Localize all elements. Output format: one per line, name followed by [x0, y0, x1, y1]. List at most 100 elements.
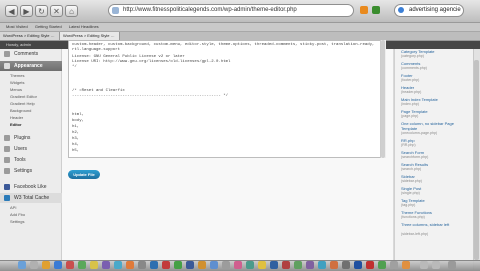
- file-path: (functions.php): [401, 215, 425, 219]
- rss-icon[interactable]: [360, 6, 368, 14]
- url-bar[interactable]: http://www.fitnesspoliticalegends.com/wp…: [108, 4, 354, 17]
- bookmark-most-visited[interactable]: Most Visited: [6, 23, 28, 31]
- file-path: (sidebar.php): [401, 179, 422, 183]
- sidebar-sub-gradient-help[interactable]: Gradient Help: [0, 100, 62, 107]
- forward-button[interactable]: ▶: [20, 5, 33, 17]
- file-path: (footer.php): [401, 78, 420, 82]
- app-icon[interactable]: [90, 261, 98, 269]
- site-favicon-icon: [112, 7, 119, 14]
- code-line: h1,: [72, 125, 80, 129]
- app-icon[interactable]: [366, 261, 374, 269]
- template-file-list: Category Template (category.php) Comment…: [394, 49, 480, 270]
- app-icon[interactable]: [282, 261, 290, 269]
- plugins-icon: [4, 135, 10, 141]
- sidebar-item-settings[interactable]: Settings: [0, 166, 62, 176]
- sidebar-sub-gradient-editor[interactable]: Gradient Editor: [0, 93, 62, 100]
- app-icon[interactable]: [66, 261, 74, 269]
- wp-howdy-link[interactable]: Howdy, admin: [6, 42, 31, 47]
- addon-icon[interactable]: [372, 6, 380, 14]
- finder-icon[interactable]: [18, 261, 26, 269]
- search-engine-icon[interactable]: [398, 7, 404, 13]
- app-icon[interactable]: [402, 261, 410, 269]
- app-icon[interactable]: [126, 261, 134, 269]
- cache-icon: [4, 195, 10, 201]
- sidebar-sub-menus[interactable]: Menus: [0, 86, 62, 93]
- firefox-icon[interactable]: [42, 261, 50, 269]
- file-path: (RR.php): [401, 143, 416, 147]
- app-icon[interactable]: [258, 261, 266, 269]
- code-line: License URI: http://www.gnu.org/licenses…: [72, 60, 231, 64]
- app-icon[interactable]: [294, 261, 302, 269]
- sidebar-sub-add-fbo[interactable]: Add Fbo: [0, 211, 62, 218]
- bookmark-getting-started[interactable]: Getting Started: [35, 23, 62, 31]
- app-icon[interactable]: [198, 261, 206, 269]
- system-icon[interactable]: [30, 261, 38, 269]
- page-scrollbar-thumb[interactable]: [474, 60, 479, 260]
- file-path: (comments.php): [401, 66, 427, 70]
- reload-button[interactable]: ↻: [35, 5, 48, 17]
- sidebar-item-appearance[interactable]: Appearance: [0, 61, 62, 71]
- editor-scrollbar-thumb[interactable]: [381, 40, 385, 158]
- search-input[interactable]: advertising agencie: [394, 4, 464, 17]
- admin-sidebar: Comments Appearance Themes Widgets Menus…: [0, 49, 62, 270]
- file-path: (category.php): [401, 54, 424, 58]
- app-icon[interactable]: [210, 261, 218, 269]
- folder-icon[interactable]: [420, 261, 428, 269]
- stop-button[interactable]: ✕: [50, 5, 63, 17]
- settings-icon: [4, 168, 10, 174]
- sidebar-sub-settings[interactable]: Settings: [0, 218, 62, 225]
- appearance-icon: [4, 63, 10, 69]
- app-icon[interactable]: [162, 261, 170, 269]
- sidebar-item-facebook-like[interactable]: Facebook Like: [0, 182, 62, 192]
- app-icon[interactable]: [318, 261, 326, 269]
- theme-code-editor[interactable]: custom-header, custom-background, custom…: [68, 40, 386, 158]
- sidebar-item-w3-total-cache[interactable]: W3 Total Cache: [0, 193, 62, 203]
- sidebar-sub-themes[interactable]: Themes: [0, 72, 62, 79]
- sidebar-item-tools[interactable]: Tools: [0, 155, 62, 165]
- app-icon[interactable]: [78, 261, 86, 269]
- app-icon[interactable]: [330, 261, 338, 269]
- code-line: h3,: [72, 137, 80, 141]
- trash-icon[interactable]: [448, 261, 456, 269]
- app-icon[interactable]: [246, 261, 254, 269]
- sidebar-sub-widgets[interactable]: Widgets: [0, 79, 62, 86]
- sidebar-item-comments[interactable]: Comments: [0, 49, 62, 59]
- app-icon[interactable]: [54, 261, 62, 269]
- app-icon[interactable]: [138, 261, 146, 269]
- sidebar-sub-api[interactable]: API: [0, 204, 62, 211]
- tab-1[interactable]: WordPress > Editing Style …: [0, 32, 60, 40]
- tab-2[interactable]: WordPress > Editing Style …: [60, 32, 120, 40]
- code-tags-line: custom-header, custom-background, custom…: [72, 43, 375, 52]
- app-icon[interactable]: [102, 261, 110, 269]
- sidebar-item-users[interactable]: Users: [0, 144, 62, 154]
- app-icon[interactable]: [342, 261, 350, 269]
- app-icon[interactable]: [234, 261, 242, 269]
- code-line: body,: [72, 119, 85, 123]
- bookmark-latest-headlines[interactable]: Latest Headlines: [69, 23, 99, 31]
- file-path: (onecolumn-page.php): [401, 131, 438, 135]
- sidebar-item-plugins[interactable]: Plugins: [0, 133, 62, 143]
- app-icon[interactable]: [378, 261, 386, 269]
- sidebar-sub-editor[interactable]: Editor: [0, 121, 62, 128]
- app-icon[interactable]: [222, 261, 230, 269]
- file-path: (searchform.php): [401, 155, 429, 159]
- file-link[interactable]: One column, no sidebar Page Template: [401, 121, 465, 131]
- app-icon[interactable]: [270, 261, 278, 269]
- bookmarks-bar: Most Visited Getting Started Latest Head…: [0, 23, 480, 32]
- file-link[interactable]: Three columns, sidebar left: [401, 222, 465, 227]
- app-icon[interactable]: [174, 261, 182, 269]
- app-icon[interactable]: [150, 261, 158, 269]
- app-icon[interactable]: [390, 261, 398, 269]
- folder-icon[interactable]: [432, 261, 440, 269]
- app-icon[interactable]: [114, 261, 122, 269]
- sidebar-sub-header[interactable]: Header: [0, 114, 62, 121]
- update-file-button[interactable]: Update File: [68, 170, 100, 179]
- home-button[interactable]: ⌂: [65, 5, 78, 17]
- file-path: (search.php): [401, 167, 422, 171]
- app-icon[interactable]: [186, 261, 194, 269]
- app-icon[interactable]: [306, 261, 314, 269]
- app-icon[interactable]: [354, 261, 362, 269]
- back-button[interactable]: ◀: [5, 5, 18, 17]
- file-path: (tag.php): [401, 203, 416, 207]
- sidebar-sub-background[interactable]: Background: [0, 107, 62, 114]
